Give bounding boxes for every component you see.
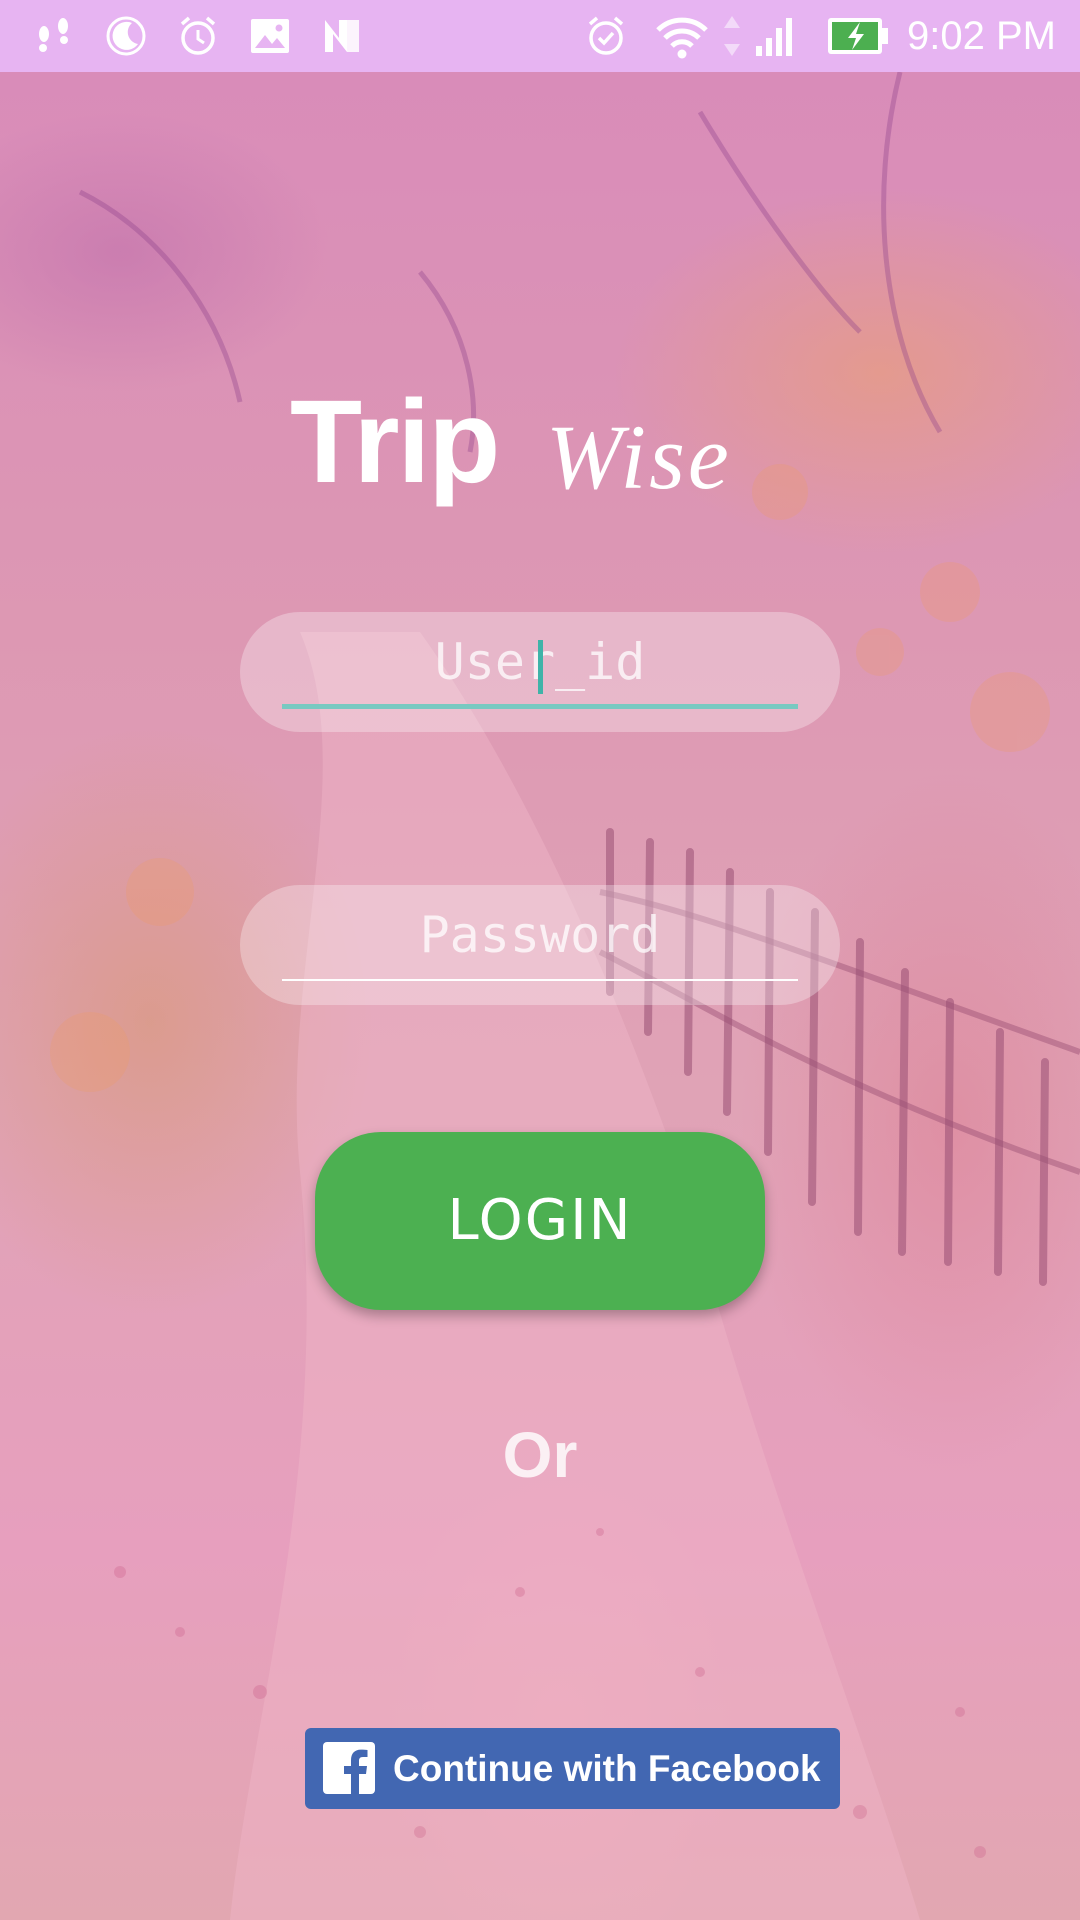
app-title-trip: Trip (290, 376, 500, 508)
app-title-wise: Wise (546, 406, 732, 508)
wifi-icon (654, 12, 710, 60)
password-field[interactable] (240, 885, 840, 1005)
data-arrows-icon (720, 12, 744, 60)
text-cursor (538, 640, 543, 694)
password-input[interactable] (282, 885, 798, 985)
status-time: 9:02 PM (907, 14, 1056, 58)
password-underline (282, 979, 798, 981)
moon-icon (102, 12, 150, 60)
alarm-clock-icon (174, 12, 222, 60)
or-separator: Or (502, 1419, 578, 1491)
facebook-icon (323, 1742, 375, 1794)
login-button[interactable]: LOGIN (315, 1132, 765, 1310)
n-logo-icon (318, 12, 366, 60)
facebook-button-label: Continue with Facebook (393, 1748, 821, 1789)
status-bar: 9:02 PM (0, 0, 1080, 72)
footprints-icon (30, 12, 78, 60)
user-id-field[interactable] (240, 612, 840, 732)
login-button-label: LOGIN (447, 1188, 633, 1253)
user-id-underline (282, 704, 798, 709)
image-icon (246, 12, 294, 60)
signal-icon (752, 12, 800, 60)
alarm-check-icon (582, 12, 630, 60)
facebook-login-button[interactable]: Continue with Facebook (305, 1728, 840, 1809)
battery-charging-icon (826, 12, 890, 60)
